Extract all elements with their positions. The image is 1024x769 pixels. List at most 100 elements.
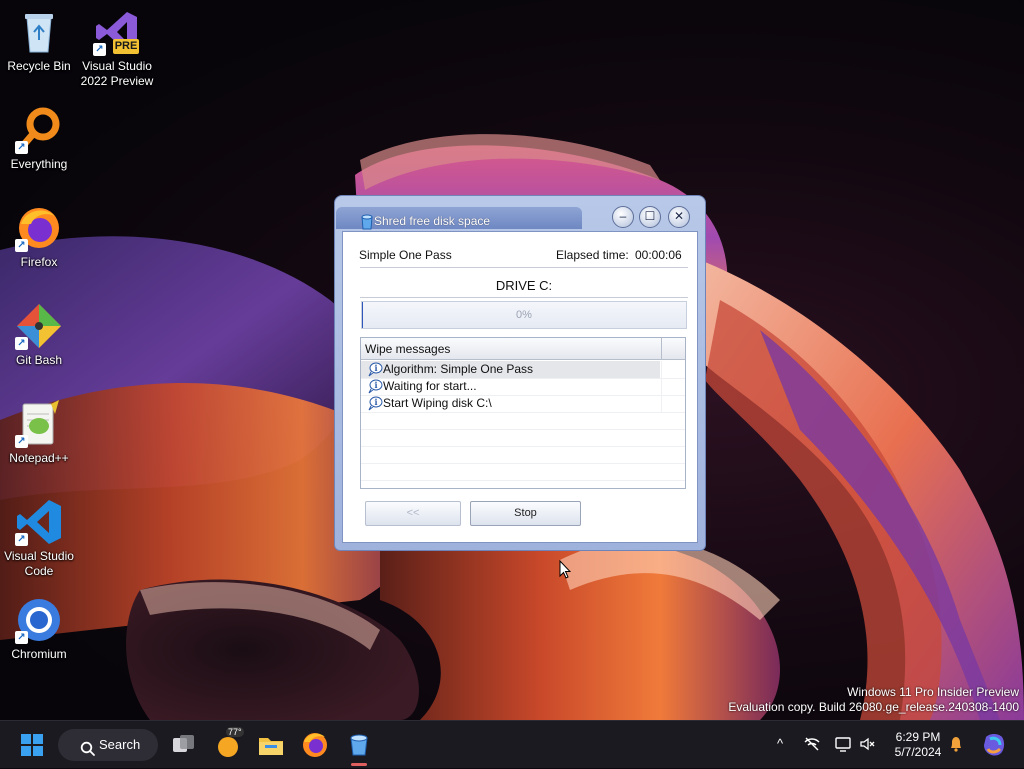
minimize-button[interactable]: – bbox=[612, 206, 634, 228]
divider bbox=[360, 297, 688, 298]
info-icon: i bbox=[367, 362, 383, 377]
close-icon: ✕ bbox=[673, 209, 685, 223]
watermark-edition: Windows 11 Pro Insider Preview bbox=[847, 685, 1019, 699]
stop-button[interactable]: Stop bbox=[470, 501, 581, 526]
copilot-preview-button[interactable] bbox=[978, 729, 1010, 761]
preview-badge: PRE bbox=[114, 40, 138, 52]
watermark-build: Evaluation copy. Build 26080.ge_release.… bbox=[728, 700, 1019, 714]
info-icon: i bbox=[367, 379, 383, 394]
active-app-indicator bbox=[351, 763, 367, 766]
maximize-icon: ☐ bbox=[644, 209, 656, 223]
firefox-icon bbox=[303, 733, 327, 757]
desktop-icon-notepad-plus-plus[interactable]: ↗ Notepad++ bbox=[0, 400, 78, 466]
column-header-wipe-messages[interactable]: Wipe messages bbox=[361, 338, 662, 360]
shred-free-space-dialog: Shred free disk space – ☐ ✕ Simple One P… bbox=[334, 195, 706, 551]
column-separator bbox=[661, 395, 662, 412]
list-item[interactable]: i Waiting for start... bbox=[361, 378, 685, 396]
shortcut-arrow-icon: ↗ bbox=[15, 631, 28, 644]
progress-percent: 0% bbox=[516, 309, 532, 321]
shortcut-arrow-icon: ↗ bbox=[15, 533, 28, 546]
shredder-app-icon bbox=[360, 214, 374, 230]
firefox-taskbar-button[interactable] bbox=[299, 729, 331, 761]
vscode-icon: ↗ bbox=[15, 498, 63, 546]
desktop-icon-label: Visual Studio 2022 Preview bbox=[80, 59, 154, 88]
desktop-icon-everything[interactable]: ↗ Everything bbox=[0, 106, 78, 172]
mouse-cursor bbox=[559, 559, 572, 580]
message-text: Algorithm: Simple One Pass bbox=[383, 362, 534, 376]
column-separator bbox=[661, 378, 662, 395]
desktop-icon-label: Visual Studio Code bbox=[4, 549, 74, 578]
desktop-icon-firefox[interactable]: ↗ Firefox bbox=[0, 204, 78, 270]
clock-date: 5/7/2024 bbox=[894, 745, 942, 759]
info-icon: i bbox=[367, 396, 383, 411]
taskbar-search[interactable]: Search bbox=[58, 729, 158, 761]
back-button[interactable]: << bbox=[365, 501, 461, 526]
windows-logo-icon bbox=[21, 734, 43, 756]
wipe-progress-bar: 0% bbox=[361, 301, 687, 329]
weather-temperature: 77° bbox=[226, 727, 244, 737]
git-bash-icon: ↗ bbox=[15, 302, 63, 350]
firefox-icon: ↗ bbox=[15, 204, 63, 252]
wipe-messages-list[interactable]: Wipe messages i Algorithm: Simple One Pa… bbox=[360, 337, 686, 489]
desktop-icon-label: Firefox bbox=[20, 255, 58, 269]
desktop-icon-label: Notepad++ bbox=[9, 451, 69, 465]
list-item[interactable]: i Algorithm: Simple One Pass bbox=[361, 361, 685, 379]
file-explorer-button[interactable] bbox=[255, 729, 287, 761]
show-hidden-icons-chevron[interactable]: ^ bbox=[771, 735, 789, 753]
display-icon[interactable] bbox=[834, 735, 852, 753]
shortcut-arrow-icon: ↗ bbox=[15, 435, 28, 448]
shortcut-arrow-icon: ↗ bbox=[15, 239, 28, 252]
desktop-icon-git-bash[interactable]: ↗ Git Bash bbox=[0, 302, 78, 368]
shredder-app-icon bbox=[350, 734, 368, 756]
list-item[interactable]: i Start Wiping disk C:\ bbox=[361, 395, 685, 413]
recycle-bin-icon bbox=[15, 8, 63, 56]
desktop-icon-recycle-bin[interactable]: Recycle Bin bbox=[0, 8, 78, 74]
column-separator bbox=[661, 361, 662, 378]
desktop-icon-vscode[interactable]: ↗ Visual Studio Code bbox=[0, 498, 78, 579]
minimize-icon: – bbox=[619, 209, 627, 223]
algorithm-name: Simple One Pass bbox=[359, 248, 452, 262]
dialog-title: Shred free disk space bbox=[374, 214, 491, 228]
empty-row bbox=[361, 429, 685, 447]
notification-bell-icon[interactable] bbox=[947, 735, 965, 753]
search-icon bbox=[80, 737, 96, 756]
taskbar: Search 77° ^ 6:29 PM 5/7/2024 bbox=[0, 720, 1024, 768]
message-text: Waiting for start... bbox=[383, 379, 477, 393]
notepad-plus-plus-icon: ↗ bbox=[15, 400, 63, 448]
chromium-icon: ↗ bbox=[15, 596, 63, 644]
drive-label: DRIVE C: bbox=[495, 278, 553, 293]
shortcut-arrow-icon: ↗ bbox=[15, 337, 28, 350]
volume-muted-icon[interactable] bbox=[858, 735, 876, 753]
task-view-icon bbox=[173, 735, 194, 752]
desktop-icon-label: Everything bbox=[10, 157, 68, 171]
network-disconnected-icon[interactable] bbox=[803, 735, 821, 753]
weather-widget[interactable]: 77° bbox=[212, 727, 244, 761]
close-button[interactable]: ✕ bbox=[668, 206, 690, 228]
task-view-button[interactable] bbox=[167, 729, 199, 761]
divider bbox=[360, 267, 688, 268]
desktop-icon-label: Git Bash bbox=[15, 353, 63, 367]
desktop-icon-label: Chromium bbox=[11, 647, 67, 661]
shortcut-arrow-icon: ↗ bbox=[15, 141, 28, 154]
desktop-icon-chromium[interactable]: ↗ Chromium bbox=[0, 596, 78, 662]
svg-text:i: i bbox=[375, 397, 378, 407]
desktop-icon-visual-studio-preview[interactable]: PRE ↗ Visual Studio 2022 Preview bbox=[78, 8, 156, 89]
svg-text:i: i bbox=[375, 363, 378, 373]
windows-watermark: Windows 11 Pro Insider Preview Evaluatio… bbox=[728, 685, 1019, 715]
maximize-button[interactable]: ☐ bbox=[639, 206, 661, 228]
column-header-filler bbox=[662, 338, 685, 360]
message-text: Start Wiping disk C:\ bbox=[383, 396, 492, 410]
shortcut-arrow-icon: ↗ bbox=[93, 43, 106, 56]
folder-icon bbox=[259, 738, 283, 755]
empty-row bbox=[361, 463, 685, 481]
visual-studio-preview-icon: PRE ↗ bbox=[93, 8, 141, 56]
copilot-icon bbox=[984, 734, 1005, 756]
empty-row bbox=[361, 412, 685, 430]
shredder-taskbar-button[interactable] bbox=[343, 729, 375, 761]
empty-row bbox=[361, 446, 685, 464]
system-clock[interactable]: 6:29 PM 5/7/2024 bbox=[884, 730, 952, 760]
desktop-icon-label: Recycle Bin bbox=[7, 59, 71, 73]
search-label: Search bbox=[99, 737, 141, 752]
elapsed-time-value: 00:00:06 bbox=[635, 248, 682, 262]
start-button[interactable] bbox=[16, 729, 48, 761]
